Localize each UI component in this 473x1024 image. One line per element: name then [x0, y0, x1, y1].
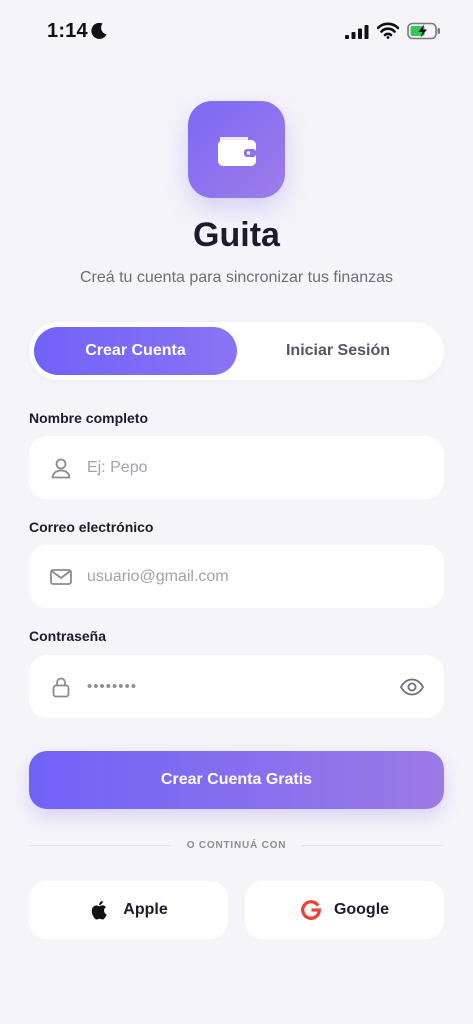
app-subtitle: Creá tu cuenta para sincronizar tus fina…: [79, 269, 394, 286]
eye-icon[interactable]: [399, 674, 425, 700]
user-icon: [51, 458, 71, 478]
create-account-button[interactable]: Crear Cuenta Gratis: [29, 751, 444, 809]
apple-button-label: Apple: [123, 901, 168, 918]
apple-button[interactable]: Apple: [29, 881, 228, 939]
status-time: 1:14: [47, 20, 88, 42]
google-button-label: Google: [333, 901, 390, 918]
name-field[interactable]: [29, 436, 444, 499]
status-bar: 1:14: [0, 0, 473, 62]
apple-icon: [92, 900, 107, 920]
password-label: Contraseña: [29, 628, 107, 644]
name-input[interactable]: [87, 436, 444, 499]
mail-icon: [50, 568, 72, 585]
lock-icon: [52, 677, 70, 697]
signal-icon: [345, 25, 369, 39]
wallet-icon: [218, 137, 256, 166]
wifi-icon: [377, 22, 399, 39]
password-input[interactable]: ••••••••: [87, 678, 399, 695]
divider-right: [302, 845, 444, 846]
email-label: Correo electrónico: [29, 519, 154, 535]
app-title: Guita: [193, 216, 280, 254]
tab-sign-in[interactable]: Iniciar Sesión: [237, 327, 439, 375]
google-icon: [301, 900, 321, 920]
auth-tabs: Crear Cuenta Iniciar Sesión: [29, 322, 444, 380]
email-input[interactable]: [87, 545, 444, 608]
battery-charging-icon: [407, 22, 440, 40]
moon-icon: [91, 22, 107, 39]
app-logo: [188, 101, 285, 198]
tab-create-account[interactable]: Crear Cuenta: [34, 327, 237, 375]
name-label: Nombre completo: [29, 410, 149, 426]
google-button[interactable]: Google: [245, 881, 444, 939]
password-field[interactable]: ••••••••: [29, 655, 444, 718]
email-field[interactable]: [29, 545, 444, 608]
